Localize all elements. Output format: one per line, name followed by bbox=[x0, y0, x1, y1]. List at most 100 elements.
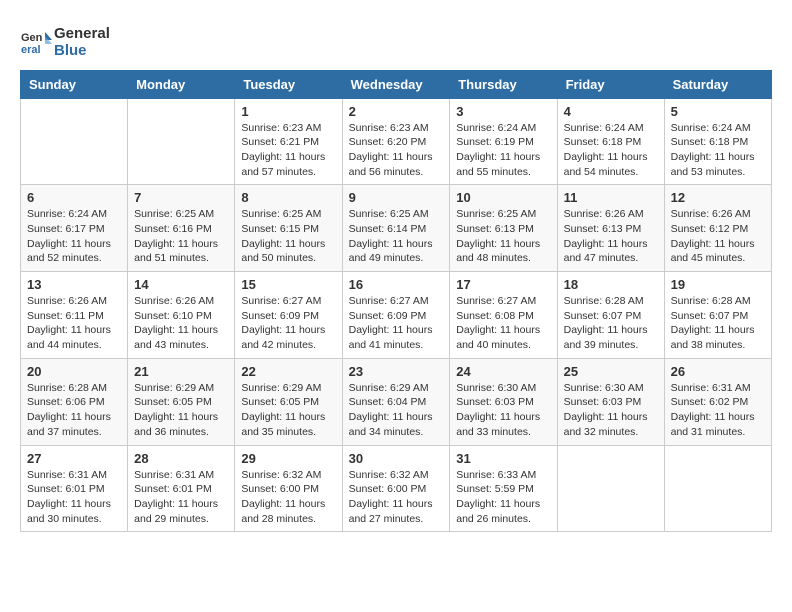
day-number: 21 bbox=[134, 364, 228, 379]
cell-content: Sunrise: 6:28 AMSunset: 6:07 PMDaylight:… bbox=[671, 294, 765, 353]
calendar-cell bbox=[557, 445, 664, 532]
calendar-cell: 12Sunrise: 6:26 AMSunset: 6:12 PMDayligh… bbox=[664, 185, 771, 272]
calendar-cell: 23 Sunrise: 6:29 AMSunset: 6:04 PMDayligh… bbox=[342, 358, 450, 445]
calendar-week-row: 1Sunrise: 6:23 AMSunset: 6:21 PMDaylight… bbox=[21, 98, 772, 185]
cell-content: Sunrise: 6:32 AMSunset: 6:00 PMDaylight:… bbox=[349, 468, 444, 527]
day-number: 13 bbox=[27, 277, 121, 292]
logo-bird-icon: Gen eral bbox=[20, 26, 52, 58]
cell-content: Sunrise: 6:32 AMSunset: 6:00 PMDaylight:… bbox=[241, 468, 335, 527]
logo-blue-text: Blue bbox=[54, 42, 110, 59]
calendar-week-row: 27 Sunrise: 6:31 AMSunset: 6:01 PMDayligh… bbox=[21, 445, 772, 532]
calendar-cell: 2 Sunrise: 6:23 AMSunset: 6:20 PMDaylight… bbox=[342, 98, 450, 185]
cell-content: Sunrise: 6:25 AMSunset: 6:14 PMDaylight:… bbox=[349, 207, 444, 266]
day-number: 20 bbox=[27, 364, 121, 379]
weekday-header: Saturday bbox=[664, 70, 771, 98]
calendar-cell: 14Sunrise: 6:26 AMSunset: 6:10 PMDayligh… bbox=[128, 272, 235, 359]
cell-content: Sunrise: 6:30 AMSunset: 6:03 PMDaylight:… bbox=[456, 381, 550, 440]
calendar-cell: 9 Sunrise: 6:25 AMSunset: 6:14 PMDaylight… bbox=[342, 185, 450, 272]
weekday-header: Thursday bbox=[450, 70, 557, 98]
cell-content: Sunrise: 6:33 AMSunset: 5:59 PMDaylight:… bbox=[456, 468, 550, 527]
calendar-cell: 17 Sunrise: 6:27 AMSunset: 6:08 PMDayligh… bbox=[450, 272, 557, 359]
day-number: 2 bbox=[349, 104, 444, 119]
logo-text-block: General Blue bbox=[54, 25, 110, 60]
calendar-cell: 4 Sunrise: 6:24 AMSunset: 6:18 PMDaylight… bbox=[557, 98, 664, 185]
cell-content: Sunrise: 6:31 AMSunset: 6:02 PMDaylight:… bbox=[671, 381, 765, 440]
day-number: 26 bbox=[671, 364, 765, 379]
cell-content: Sunrise: 6:25 AMSunset: 6:16 PMDaylight:… bbox=[134, 207, 228, 266]
calendar-cell: 11 Sunrise: 6:26 AMSunset: 6:13 PMDayligh… bbox=[557, 185, 664, 272]
cell-content: Sunrise: 6:27 AMSunset: 6:08 PMDaylight:… bbox=[456, 294, 550, 353]
cell-content: Sunrise: 6:27 AMSunset: 6:09 PMDaylight:… bbox=[241, 294, 335, 353]
logo-general-text: General bbox=[54, 25, 110, 42]
cell-content: Sunrise: 6:25 AMSunset: 6:15 PMDaylight:… bbox=[241, 207, 335, 266]
day-number: 22 bbox=[241, 364, 335, 379]
calendar-cell: 29 Sunrise: 6:32 AMSunset: 6:00 PMDayligh… bbox=[235, 445, 342, 532]
day-number: 12 bbox=[671, 190, 765, 205]
day-number: 4 bbox=[564, 104, 658, 119]
calendar-cell: 10Sunrise: 6:25 AMSunset: 6:13 PMDayligh… bbox=[450, 185, 557, 272]
calendar-cell: 30 Sunrise: 6:32 AMSunset: 6:00 PMDayligh… bbox=[342, 445, 450, 532]
cell-content: Sunrise: 6:24 AMSunset: 6:17 PMDaylight:… bbox=[27, 207, 121, 266]
cell-content: Sunrise: 6:24 AMSunset: 6:18 PMDaylight:… bbox=[564, 121, 658, 180]
calendar-week-row: 20 Sunrise: 6:28 AMSunset: 6:06 PMDayligh… bbox=[21, 358, 772, 445]
day-number: 28 bbox=[134, 451, 228, 466]
calendar-cell: 7 Sunrise: 6:25 AMSunset: 6:16 PMDaylight… bbox=[128, 185, 235, 272]
calendar-cell bbox=[21, 98, 128, 185]
calendar-cell: 6 Sunrise: 6:24 AMSunset: 6:17 PMDaylight… bbox=[21, 185, 128, 272]
cell-content: Sunrise: 6:29 AMSunset: 6:04 PMDaylight:… bbox=[349, 381, 444, 440]
weekday-header: Monday bbox=[128, 70, 235, 98]
cell-content: Sunrise: 6:31 AMSunset: 6:01 PMDaylight:… bbox=[134, 468, 228, 527]
day-number: 27 bbox=[27, 451, 121, 466]
day-number: 24 bbox=[456, 364, 550, 379]
day-number: 15 bbox=[241, 277, 335, 292]
weekday-header: Friday bbox=[557, 70, 664, 98]
calendar-header-row: SundayMondayTuesdayWednesdayThursdayFrid… bbox=[21, 70, 772, 98]
calendar-cell: 16Sunrise: 6:27 AMSunset: 6:09 PMDayligh… bbox=[342, 272, 450, 359]
weekday-header: Sunday bbox=[21, 70, 128, 98]
day-number: 11 bbox=[564, 190, 658, 205]
day-number: 14 bbox=[134, 277, 228, 292]
day-number: 18 bbox=[564, 277, 658, 292]
cell-content: Sunrise: 6:23 AMSunset: 6:21 PMDaylight:… bbox=[241, 121, 335, 180]
cell-content: Sunrise: 6:31 AMSunset: 6:01 PMDaylight:… bbox=[27, 468, 121, 527]
calendar-week-row: 13Sunrise: 6:26 AMSunset: 6:11 PMDayligh… bbox=[21, 272, 772, 359]
calendar-cell: 22 Sunrise: 6:29 AMSunset: 6:05 PMDayligh… bbox=[235, 358, 342, 445]
cell-content: Sunrise: 6:26 AMSunset: 6:13 PMDaylight:… bbox=[564, 207, 658, 266]
cell-content: Sunrise: 6:29 AMSunset: 6:05 PMDaylight:… bbox=[134, 381, 228, 440]
calendar-cell: 18 Sunrise: 6:28 AMSunset: 6:07 PMDayligh… bbox=[557, 272, 664, 359]
day-number: 16 bbox=[349, 277, 444, 292]
calendar-cell: 20 Sunrise: 6:28 AMSunset: 6:06 PMDayligh… bbox=[21, 358, 128, 445]
calendar-cell: 1Sunrise: 6:23 AMSunset: 6:21 PMDaylight… bbox=[235, 98, 342, 185]
day-number: 17 bbox=[456, 277, 550, 292]
cell-content: Sunrise: 6:28 AMSunset: 6:07 PMDaylight:… bbox=[564, 294, 658, 353]
day-number: 31 bbox=[456, 451, 550, 466]
cell-content: Sunrise: 6:24 AMSunset: 6:19 PMDaylight:… bbox=[456, 121, 550, 180]
calendar-cell: 5Sunrise: 6:24 AMSunset: 6:18 PMDaylight… bbox=[664, 98, 771, 185]
svg-text:Gen: Gen bbox=[21, 32, 43, 44]
day-number: 9 bbox=[349, 190, 444, 205]
cell-content: Sunrise: 6:25 AMSunset: 6:13 PMDaylight:… bbox=[456, 207, 550, 266]
weekday-header: Wednesday bbox=[342, 70, 450, 98]
day-number: 30 bbox=[349, 451, 444, 466]
calendar-cell: 26 Sunrise: 6:31 AMSunset: 6:02 PMDayligh… bbox=[664, 358, 771, 445]
logo-combined: Gen eral General Blue bbox=[20, 25, 110, 60]
cell-content: Sunrise: 6:29 AMSunset: 6:05 PMDaylight:… bbox=[241, 381, 335, 440]
logo: Gen eral General Blue bbox=[20, 25, 110, 60]
calendar-week-row: 6 Sunrise: 6:24 AMSunset: 6:17 PMDaylight… bbox=[21, 185, 772, 272]
cell-content: Sunrise: 6:23 AMSunset: 6:20 PMDaylight:… bbox=[349, 121, 444, 180]
page-header: Gen eral General Blue bbox=[20, 20, 772, 60]
day-number: 19 bbox=[671, 277, 765, 292]
day-number: 8 bbox=[241, 190, 335, 205]
calendar-cell: 8 Sunrise: 6:25 AMSunset: 6:15 PMDaylight… bbox=[235, 185, 342, 272]
day-number: 5 bbox=[671, 104, 765, 119]
calendar-cell: 15 Sunrise: 6:27 AMSunset: 6:09 PMDayligh… bbox=[235, 272, 342, 359]
day-number: 23 bbox=[349, 364, 444, 379]
cell-content: Sunrise: 6:28 AMSunset: 6:06 PMDaylight:… bbox=[27, 381, 121, 440]
calendar-cell bbox=[664, 445, 771, 532]
calendar-cell: 28 Sunrise: 6:31 AMSunset: 6:01 PMDayligh… bbox=[128, 445, 235, 532]
day-number: 29 bbox=[241, 451, 335, 466]
day-number: 6 bbox=[27, 190, 121, 205]
weekday-header: Tuesday bbox=[235, 70, 342, 98]
calendar-cell: 25Sunrise: 6:30 AMSunset: 6:03 PMDayligh… bbox=[557, 358, 664, 445]
day-number: 7 bbox=[134, 190, 228, 205]
